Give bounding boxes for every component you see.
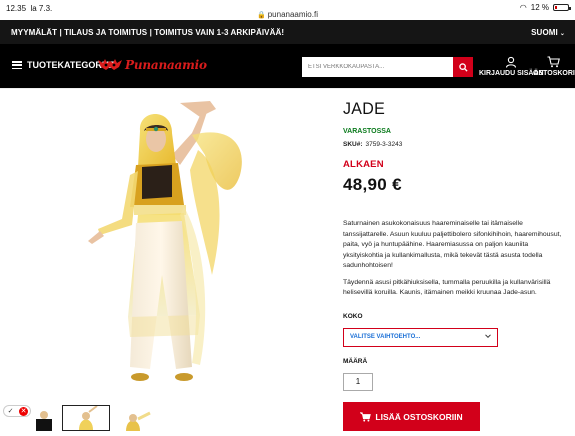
size-select-value: VALITSE VAIHTOEHTO...: [350, 334, 421, 340]
description-paragraph: Täydennä asusi pitkähiuksisella, tummall…: [343, 278, 551, 297]
promo-bar: MYYMÄLÄT | TILAUS JA TOIMITUS | TOIMITUS…: [0, 20, 575, 44]
language-selector[interactable]: SUOMI ⌄: [531, 28, 565, 37]
cookie-toggle[interactable]: ✓ ✕: [3, 405, 31, 417]
thumbnail-image: [79, 405, 98, 430]
lock-icon: 🔒: [257, 12, 266, 19]
chevron-down-icon: ⌄: [559, 31, 565, 37]
search-input[interactable]: [302, 57, 453, 77]
status-right: ◠ 12 %: [519, 3, 571, 12]
thumbnail-2[interactable]: [62, 405, 110, 431]
price-from-label: ALKAEN: [343, 159, 384, 170]
thumbnail-image: [36, 411, 52, 431]
thumbnail-1[interactable]: [30, 405, 58, 431]
close-icon: ✕: [19, 406, 28, 416]
cart-label: OSTOSKORI: [533, 70, 575, 77]
sku-line: SKU#: 3759-3-3243: [343, 141, 402, 148]
promo-links[interactable]: MYYMÄLÄT | TILAUS JA TOIMITUS | TOIMITUS…: [11, 28, 284, 37]
description-paragraph: Saturnainen asukokonaisuus haareminaisel…: [343, 220, 562, 269]
cart-icon: [360, 411, 372, 421]
chevron-down-icon: [485, 334, 491, 339]
battery-icon: [553, 4, 571, 11]
search-button[interactable]: [453, 57, 473, 77]
quantity-label: MÄÄRÄ: [343, 358, 368, 365]
cart-button[interactable]: OSTOSKORI: [533, 56, 575, 77]
product-description: Saturnainen asukokonaisuus haareminaisel…: [343, 219, 565, 299]
sku-label: SKU#:: [343, 141, 363, 148]
add-to-cart-label: LISÄÄ OSTOSKORIIN: [375, 411, 463, 422]
status-bar: 12.35 la 7.3. 🔒 punanaamio.fi ◠ 12 %: [0, 0, 575, 20]
product-image[interactable]: [80, 95, 260, 400]
hamburger-icon: [12, 61, 22, 69]
cart-icon: [547, 56, 561, 68]
search-icon: [458, 62, 468, 72]
check-icon: ✓: [6, 406, 15, 416]
battery-percent: 12 %: [530, 3, 549, 12]
product-price: 48,90 €: [343, 175, 402, 194]
wifi-icon: ◠: [519, 3, 527, 12]
url-text: punanaamio.fi: [267, 10, 318, 19]
quantity-input[interactable]: 1: [343, 373, 373, 391]
mask-logo-icon: [98, 59, 122, 70]
user-icon: [506, 56, 517, 68]
header-divider: [0, 88, 575, 89]
thumbnail-3[interactable]: [118, 405, 158, 431]
thumbnail-image: [126, 411, 151, 431]
stock-status: VARASTOSSA: [343, 128, 391, 135]
logo-wordmark: Punanaamio: [125, 58, 207, 72]
address-bar[interactable]: 🔒 punanaamio.fi: [0, 10, 575, 19]
product-title: JADE: [343, 100, 386, 119]
add-to-cart-button[interactable]: LISÄÄ OSTOSKORIIN: [343, 402, 480, 431]
size-select[interactable]: VALITSE VAIHTOEHTO...: [343, 328, 498, 347]
size-label: KOKO: [343, 313, 363, 320]
sku-value: 3759-3-3243: [365, 141, 403, 148]
site-logo[interactable]: Punanaamio: [97, 57, 207, 73]
